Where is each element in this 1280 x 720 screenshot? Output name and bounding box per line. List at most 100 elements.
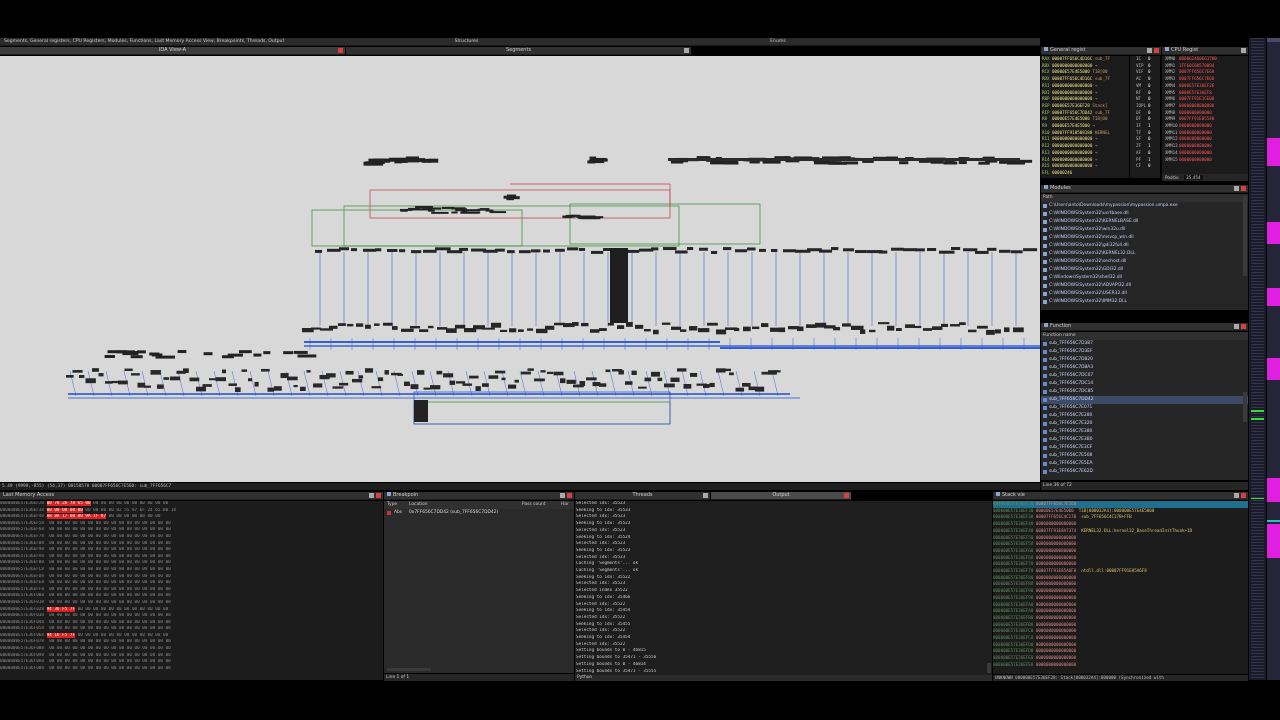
register-row[interactable]: RSI 0000000000000000 → xyxy=(1042,83,1129,90)
graph-node[interactable] xyxy=(566,379,576,384)
segments-header[interactable]: Segments xyxy=(346,47,691,55)
graph-node[interactable] xyxy=(999,249,1011,253)
graph-node[interactable] xyxy=(843,248,855,252)
graph-node[interactable] xyxy=(545,325,555,330)
cpu-register-row[interactable]: XMM8 0000000000000 xyxy=(1165,110,1248,117)
stack-row[interactable]: 000000E57E36EF88 0000000000000000 xyxy=(993,581,1248,588)
register-value[interactable]: 00007FF656C4D16C xyxy=(1052,76,1092,81)
graph-node[interactable] xyxy=(978,161,990,165)
cpu-register-row[interactable]: XMM110000000000000 xyxy=(1165,130,1248,137)
register-row[interactable]: R11 0000000000000000 → xyxy=(1042,136,1129,143)
graph-node[interactable] xyxy=(410,326,421,329)
graph-node[interactable] xyxy=(915,248,925,252)
graph-node[interactable] xyxy=(987,247,997,251)
graph-node[interactable] xyxy=(488,375,499,379)
cpu-register-row[interactable]: XMM0 0B0062460E63780 xyxy=(1165,56,1248,63)
flag-row[interactable]: IC 0 xyxy=(1136,56,1160,63)
restore-icon[interactable] xyxy=(703,493,708,498)
graph-node[interactable] xyxy=(347,323,354,327)
memory-row[interactable]: 0000000E57E36EFC8 00 00 00 00 00 00 00 0… xyxy=(0,567,383,574)
flag-row[interactable]: DF 0 xyxy=(1136,116,1160,123)
function-row[interactable]: sub_7FF656C7E280 xyxy=(1041,412,1248,420)
cpu-register-row[interactable]: XMM9 0007FF91E85540 xyxy=(1165,116,1248,123)
memory-row[interactable]: 0000000E57E36EF58 00 00 00 00 00 00 00 0… xyxy=(0,521,383,528)
graph-node[interactable] xyxy=(397,373,403,376)
graph-node[interactable] xyxy=(417,370,425,375)
graph-node[interactable] xyxy=(896,328,902,332)
graph-node[interactable] xyxy=(534,378,545,382)
flag-row[interactable]: SF 0 xyxy=(1136,136,1160,143)
cpu-register-value[interactable]: 0007FF656C7E68 xyxy=(1179,69,1214,74)
graph-node[interactable] xyxy=(683,383,692,389)
register-value[interactable]: 00000246 xyxy=(1052,170,1072,175)
graph-node[interactable] xyxy=(813,161,828,165)
module-row[interactable]: C:\WINDOWS\System32\ucrtbase.dll xyxy=(1041,210,1248,218)
flag-row[interactable]: VIF 0 xyxy=(1136,69,1160,76)
function-row[interactable]: sub_7FF656C7DD42 xyxy=(1041,396,1248,404)
graph-node[interactable] xyxy=(939,250,955,254)
graph-node[interactable] xyxy=(508,384,517,389)
graph-node[interactable] xyxy=(680,329,687,332)
graph-node[interactable] xyxy=(339,247,349,251)
graph-node[interactable] xyxy=(297,354,317,358)
graph-node[interactable] xyxy=(415,206,433,209)
graph-node[interactable] xyxy=(941,323,948,327)
stack-row[interactable]: 000000E57E36EF40 0000000000000000 xyxy=(993,521,1248,528)
graph-node[interactable] xyxy=(241,369,248,372)
graph-node[interactable] xyxy=(617,325,625,329)
graph-node[interactable] xyxy=(923,328,932,331)
stack-row[interactable]: 000000E57E36EFC8 0000000000000000 xyxy=(993,635,1248,642)
graph-node[interactable] xyxy=(664,383,675,388)
memory-row[interactable]: 0000000E57E36EF78 00 00 00 00 00 00 00 0… xyxy=(0,534,383,541)
register-value[interactable]: 00000E57E36EF28 xyxy=(1052,103,1090,108)
memory-row[interactable]: 0000000E57E36F098 00 00 00 00 00 00 00 0… xyxy=(0,653,383,660)
graph-node[interactable] xyxy=(371,386,382,389)
memory-row[interactable]: 0000000E57E36F058 00 00 00 00 00 00 00 0… xyxy=(0,626,383,633)
graph-node[interactable] xyxy=(384,370,389,375)
stack-row[interactable]: 000000E57E36EFE0 0000000000000000 xyxy=(993,655,1248,662)
functions-scrollbar[interactable] xyxy=(1243,392,1247,422)
graph-node[interactable] xyxy=(591,250,604,254)
restore-icon[interactable] xyxy=(684,48,689,53)
module-row[interactable]: C:\Users\anto\Downloads\mypassion\mypass… xyxy=(1041,202,1248,210)
graph-node[interactable] xyxy=(527,368,534,371)
flag-row[interactable]: CF 0 xyxy=(1136,163,1160,170)
close-icon[interactable] xyxy=(338,48,343,53)
control-flow-graph[interactable] xyxy=(0,56,1040,482)
output-scrollbar[interactable] xyxy=(987,663,991,673)
cpu-register-row[interactable]: XMM120000000000000 xyxy=(1165,136,1248,143)
function-row[interactable]: sub_7FF656C7D820 xyxy=(1041,356,1248,364)
graph-node[interactable] xyxy=(963,248,978,252)
graph-node[interactable] xyxy=(459,247,469,251)
graph-node[interactable] xyxy=(564,215,572,218)
graph-node[interactable] xyxy=(461,210,468,213)
graph-node[interactable] xyxy=(248,378,253,382)
graph-node[interactable] xyxy=(662,322,671,325)
graph-node[interactable] xyxy=(699,247,708,251)
graph-node[interactable] xyxy=(407,207,420,210)
flag-row[interactable]: RF 0 xyxy=(1136,90,1160,97)
graph-node[interactable] xyxy=(759,248,766,252)
graph-node[interactable] xyxy=(689,326,698,331)
bp-col-location[interactable]: Location xyxy=(409,501,428,509)
graph-node[interactable] xyxy=(437,327,448,330)
threads-tab[interactable]: Threads xyxy=(575,492,710,500)
memory-row[interactable]: 0000000E57E36EF68 00 00 00 00 00 00 00 0… xyxy=(0,527,383,534)
flag-row[interactable]: OF 0 xyxy=(1136,110,1160,117)
graph-node[interactable] xyxy=(555,248,565,252)
graph-node[interactable] xyxy=(373,158,387,163)
memory-row[interactable]: 0000000E57E36F048 00 00 00 00 00 00 00 0… xyxy=(0,620,383,627)
graph-node[interactable] xyxy=(567,247,579,251)
graph-node[interactable] xyxy=(387,248,398,252)
function-row[interactable]: sub_7FF656C7E380 xyxy=(1041,428,1248,436)
breakpoint-row[interactable]: Abs 0x7FF656C7DD42 (sub_7FF656C7DD42) xyxy=(384,509,574,517)
memory-row[interactable]: 0000000E57E36EF48 A8 8A 17 00 00 9A 1F 8… xyxy=(0,514,383,521)
cpu-register-row[interactable]: XMM140000000000000 xyxy=(1165,150,1248,157)
graph-node[interactable] xyxy=(431,211,449,214)
memory-row[interactable]: 0000000E57E36F088 00 00 00 00 00 00 00 0… xyxy=(0,646,383,653)
graph-node[interactable] xyxy=(711,250,718,254)
graph-node[interactable] xyxy=(149,352,160,356)
graph-node[interactable] xyxy=(456,381,466,384)
graph-node[interactable] xyxy=(261,368,270,372)
graph-node[interactable] xyxy=(914,325,922,329)
